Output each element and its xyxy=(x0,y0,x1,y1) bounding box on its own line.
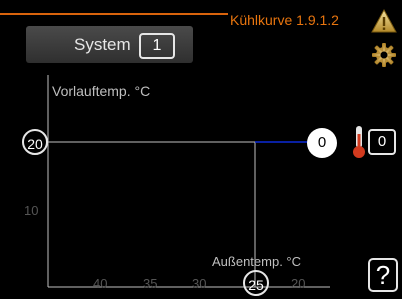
x-tick-label: 35 xyxy=(143,276,158,291)
y-tick-label: 10 xyxy=(24,203,39,218)
x-tick-label: 40 xyxy=(93,276,108,291)
x-tick-label: 30 xyxy=(192,276,207,291)
flow-temp-value: 0 xyxy=(307,128,337,158)
x-tick-25-marker[interactable]: 25 xyxy=(243,270,269,296)
thermometer-icon xyxy=(353,126,365,158)
x-tick-label: 20 xyxy=(291,276,306,291)
offset-value-field[interactable]: 0 xyxy=(368,129,396,155)
y-axis-label: Vorlauftemp. °C xyxy=(52,83,151,99)
help-button[interactable]: ? xyxy=(368,258,398,292)
cooling-curve-chart xyxy=(47,75,330,288)
y-tick-20-marker[interactable]: 20 xyxy=(22,129,48,155)
x-axis-label: Außentemp. °C xyxy=(212,254,302,269)
